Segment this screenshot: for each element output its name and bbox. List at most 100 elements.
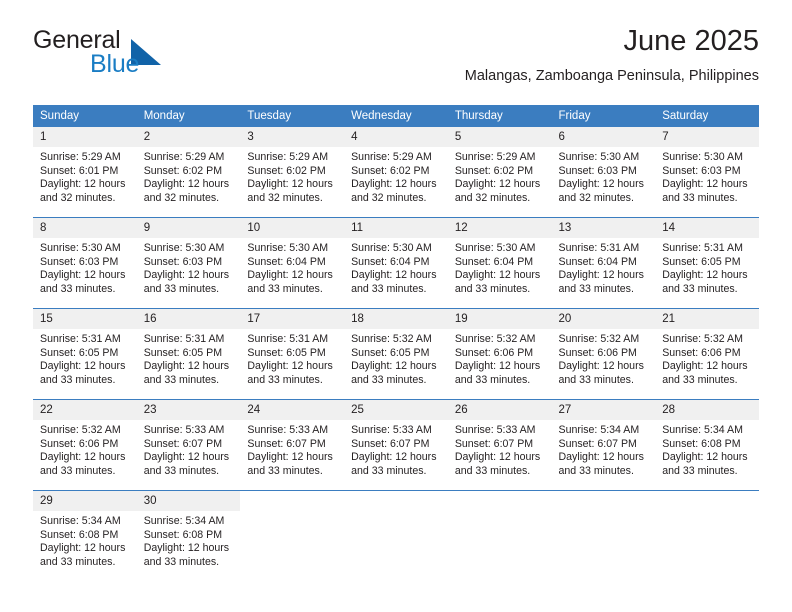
sunset-text: Sunset: 6:06 PM xyxy=(662,346,741,359)
sunrise-sunset-calendar: Sunday Monday Tuesday Wednesday Thursday… xyxy=(33,105,759,581)
sunset-text: Sunset: 6:05 PM xyxy=(662,255,741,268)
calendar-day-cell[interactable]: 11 Sunrise: 5:30 AM Sunset: 6:04 PM Dayligh… xyxy=(344,217,448,309)
calendar-day-cell[interactable]: 5 Sunrise: 5:29 AM Sunset: 6:02 PM Daylight… xyxy=(447,127,552,218)
calendar-day-cell[interactable]: 27 Sunrise: 5:34 AM Sunset: 6:07 PM Dayligh… xyxy=(551,399,656,491)
calendar-day-cell[interactable]: 26 Sunrise: 5:33 AM Sunset: 6:07 PM Dayligh… xyxy=(447,399,552,491)
calendar-day-cell[interactable]: 7 Sunrise: 5:30 AM Sunset: 6:03 PM Daylight… xyxy=(655,127,759,218)
calendar-day-cell[interactable]: 28 Sunrise: 5:34 AM Sunset: 6:08 PM Dayligh… xyxy=(655,399,759,491)
day-details: Sunrise: 5:29 AM Sunset: 6:02 PM Daylight:… xyxy=(137,147,241,205)
sunset-text: Sunset: 6:02 PM xyxy=(247,164,326,177)
day-cell-inner xyxy=(655,491,759,581)
sunrise-text: Sunrise: 5:31 AM xyxy=(558,242,640,254)
calendar-day-cell[interactable]: 13 Sunrise: 5:31 AM Sunset: 6:04 PM Dayligh… xyxy=(551,217,656,309)
sunrise-text: Sunrise: 5:34 AM xyxy=(40,515,121,527)
sunrise-text: Sunrise: 5:29 AM xyxy=(40,151,121,163)
sunrise-text: Sunrise: 5:32 AM xyxy=(351,333,432,345)
daylight-text: Daylight: 12 hours and 33 minutes. xyxy=(558,360,644,386)
day-number xyxy=(655,491,759,499)
day-cell-inner: 27 Sunrise: 5:34 AM Sunset: 6:07 PM Dayligh… xyxy=(551,400,656,490)
brand-name-blue: Blue xyxy=(90,50,140,78)
calendar-day-cell[interactable]: 16 Sunrise: 5:31 AM Sunset: 6:05 PM Dayligh… xyxy=(136,308,241,400)
calendar-day-cell[interactable]: 6 Sunrise: 5:30 AM Sunset: 6:03 PM Daylight… xyxy=(551,127,656,218)
day-number: 11 xyxy=(344,218,448,238)
brand-logo[interactable]: General Blue xyxy=(33,26,233,86)
day-cell-inner: 19 Sunrise: 5:32 AM Sunset: 6:06 PM Dayligh… xyxy=(447,309,552,399)
day-cell-inner: 28 Sunrise: 5:34 AM Sunset: 6:08 PM Dayligh… xyxy=(655,400,759,490)
calendar-day-cell[interactable]: 29 Sunrise: 5:34 AM Sunset: 6:08 PM Dayligh… xyxy=(33,490,137,581)
weekday-header-wednesday: Wednesday xyxy=(344,105,448,127)
day-details xyxy=(344,499,448,503)
sunrise-text: Sunrise: 5:29 AM xyxy=(454,151,536,163)
calendar-day-cell-empty xyxy=(240,490,345,581)
calendar-day-cell[interactable]: 1 Sunrise: 5:29 AM Sunset: 6:01 PM Daylight… xyxy=(33,127,137,218)
day-cell-inner: 1 Sunrise: 5:29 AM Sunset: 6:01 PM Daylight… xyxy=(33,127,137,217)
sunset-text: Sunset: 6:06 PM xyxy=(40,437,119,450)
calendar-day-cell[interactable]: 8 Sunrise: 5:30 AM Sunset: 6:03 PM Daylight… xyxy=(33,217,137,309)
calendar-day-cell[interactable]: 15 Sunrise: 5:31 AM Sunset: 6:05 PM Dayligh… xyxy=(33,308,137,400)
sunrise-text: Sunrise: 5:30 AM xyxy=(351,242,432,254)
calendar-day-cell[interactable]: 23 Sunrise: 5:33 AM Sunset: 6:07 PM Dayligh… xyxy=(136,399,241,491)
sunset-text: Sunset: 6:07 PM xyxy=(351,437,430,450)
sunset-text: Sunset: 6:04 PM xyxy=(558,255,637,268)
daylight-text: Daylight: 12 hours and 33 minutes. xyxy=(143,360,230,386)
sunrise-text: Sunrise: 5:30 AM xyxy=(558,151,640,163)
day-cell-inner: 9 Sunrise: 5:30 AM Sunset: 6:03 PM Daylight… xyxy=(136,218,241,308)
day-number: 14 xyxy=(655,218,759,238)
calendar-day-cell[interactable]: 20 Sunrise: 5:32 AM Sunset: 6:06 PM Dayligh… xyxy=(551,308,656,400)
sunrise-text: Sunrise: 5:32 AM xyxy=(454,333,536,345)
calendar-day-cell[interactable]: 21 Sunrise: 5:32 AM Sunset: 6:06 PM Dayligh… xyxy=(655,308,759,400)
daylight-text: Daylight: 12 hours and 33 minutes. xyxy=(143,269,230,295)
sunrise-text: Sunrise: 5:34 AM xyxy=(143,515,225,527)
calendar-day-cell[interactable]: 2 Sunrise: 5:29 AM Sunset: 6:02 PM Daylight… xyxy=(136,127,241,218)
day-details xyxy=(655,499,759,503)
day-details: Sunrise: 5:34 AM Sunset: 6:08 PM Daylight:… xyxy=(137,511,241,569)
daylight-text: Daylight: 12 hours and 33 minutes. xyxy=(662,360,748,386)
day-number xyxy=(344,491,448,499)
calendar-day-cell[interactable]: 24 Sunrise: 5:33 AM Sunset: 6:07 PM Dayligh… xyxy=(240,399,345,491)
calendar-day-cell[interactable]: 22 Sunrise: 5:32 AM Sunset: 6:06 PM Dayligh… xyxy=(33,399,137,491)
calendar-body: 1 Sunrise: 5:29 AM Sunset: 6:01 PM Daylight… xyxy=(33,127,759,581)
calendar-day-cell[interactable]: 18 Sunrise: 5:32 AM Sunset: 6:05 PM Dayligh… xyxy=(344,308,448,400)
sunrise-text: Sunrise: 5:30 AM xyxy=(40,242,121,254)
day-number: 30 xyxy=(136,491,241,511)
calendar-week-row: 29 Sunrise: 5:34 AM Sunset: 6:08 PM Dayligh… xyxy=(33,490,759,581)
calendar-day-cell[interactable]: 10 Sunrise: 5:30 AM Sunset: 6:04 PM Dayligh… xyxy=(240,217,345,309)
page-title: June 2025 xyxy=(623,25,759,57)
day-details: Sunrise: 5:30 AM Sunset: 6:04 PM Daylight:… xyxy=(344,238,448,296)
calendar-day-cell[interactable]: 30 Sunrise: 5:34 AM Sunset: 6:08 PM Dayligh… xyxy=(136,490,241,581)
day-cell-inner: 12 Sunrise: 5:30 AM Sunset: 6:04 PM Dayligh… xyxy=(447,218,552,308)
day-details xyxy=(448,499,552,503)
day-details: Sunrise: 5:33 AM Sunset: 6:07 PM Daylight:… xyxy=(448,420,552,478)
daylight-text: Daylight: 12 hours and 33 minutes. xyxy=(143,451,230,477)
daylight-text: Daylight: 12 hours and 33 minutes. xyxy=(247,269,333,295)
daylight-text: Daylight: 12 hours and 33 minutes. xyxy=(558,451,644,477)
calendar-day-cell[interactable]: 12 Sunrise: 5:30 AM Sunset: 6:04 PM Dayligh… xyxy=(447,217,552,309)
day-number xyxy=(240,491,345,499)
sunset-text: Sunset: 6:03 PM xyxy=(143,255,223,268)
calendar-day-cell[interactable]: 19 Sunrise: 5:32 AM Sunset: 6:06 PM Dayligh… xyxy=(447,308,552,400)
daylight-text: Daylight: 12 hours and 33 minutes. xyxy=(40,269,126,295)
calendar-day-cell[interactable]: 9 Sunrise: 5:30 AM Sunset: 6:03 PM Daylight… xyxy=(136,217,241,309)
day-number: 17 xyxy=(240,309,345,329)
day-number: 26 xyxy=(447,400,552,420)
calendar-day-cell[interactable]: 25 Sunrise: 5:33 AM Sunset: 6:07 PM Dayligh… xyxy=(344,399,448,491)
calendar-day-cell[interactable]: 14 Sunrise: 5:31 AM Sunset: 6:05 PM Dayligh… xyxy=(655,217,759,309)
day-number: 23 xyxy=(136,400,241,420)
calendar-day-cell[interactable]: 3 Sunrise: 5:29 AM Sunset: 6:02 PM Daylight… xyxy=(240,127,345,218)
day-details: Sunrise: 5:30 AM Sunset: 6:03 PM Daylight:… xyxy=(552,147,656,205)
calendar-week-row: 8 Sunrise: 5:30 AM Sunset: 6:03 PM Daylight… xyxy=(33,217,759,309)
day-number: 16 xyxy=(136,309,241,329)
daylight-text: Daylight: 12 hours and 33 minutes. xyxy=(40,360,126,386)
calendar-week-row: 1 Sunrise: 5:29 AM Sunset: 6:01 PM Daylight… xyxy=(33,127,759,218)
day-cell-inner xyxy=(344,491,448,581)
day-details: Sunrise: 5:31 AM Sunset: 6:05 PM Daylight:… xyxy=(240,329,344,387)
sunrise-text: Sunrise: 5:34 AM xyxy=(558,424,640,436)
calendar-day-cell[interactable]: 17 Sunrise: 5:31 AM Sunset: 6:05 PM Dayligh… xyxy=(240,308,345,400)
calendar-day-cell[interactable]: 4 Sunrise: 5:29 AM Sunset: 6:02 PM Daylight… xyxy=(344,127,448,218)
title-block: June 2025 Malangas, Zamboanga Peninsula,… xyxy=(465,24,759,86)
day-cell-inner: 16 Sunrise: 5:31 AM Sunset: 6:05 PM Dayligh… xyxy=(136,309,241,399)
day-details: Sunrise: 5:30 AM Sunset: 6:03 PM Daylight:… xyxy=(137,238,241,296)
weekday-header-friday: Friday xyxy=(551,105,656,127)
sunrise-text: Sunrise: 5:33 AM xyxy=(454,424,536,436)
sunrise-text: Sunrise: 5:31 AM xyxy=(40,333,121,345)
